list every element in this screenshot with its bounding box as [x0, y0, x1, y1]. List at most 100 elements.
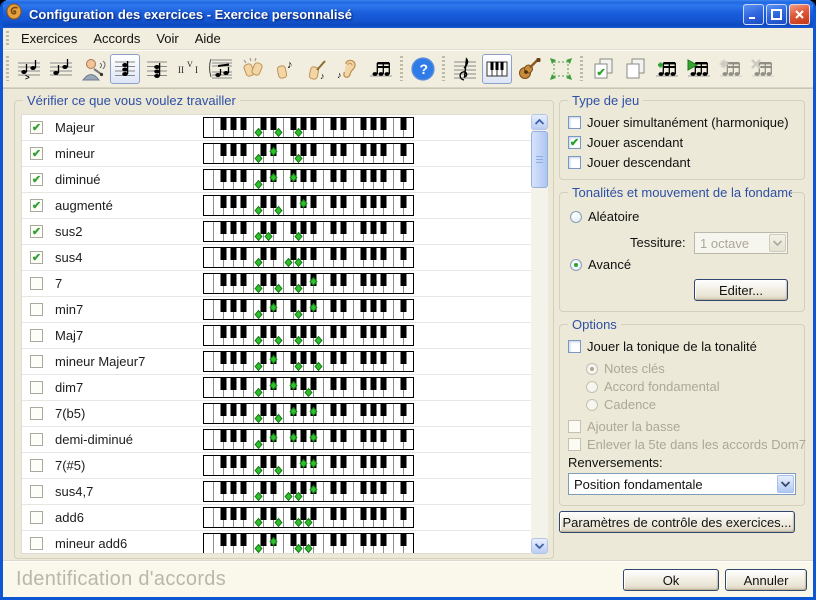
- editer-button[interactable]: Editer...: [694, 279, 788, 301]
- checkbox-jouer-ascendant[interactable]: ✔Jouer ascendant: [568, 135, 683, 150]
- checkbox-jouer-simultan-ment-harmonique-[interactable]: Jouer simultanément (harmonique): [568, 115, 789, 130]
- radio-aleatoire-circle[interactable]: [570, 211, 582, 223]
- group-options-title: Options: [568, 317, 621, 332]
- rhythm-dictation-icon[interactable]: [366, 54, 396, 84]
- group-type-de-jeu-title: Type de jeu: [568, 93, 643, 108]
- chord-checkbox-mineur-add6[interactable]: [30, 537, 43, 550]
- chord-checkbox-7-5-[interactable]: [30, 459, 43, 472]
- interval-identification-icon[interactable]: [46, 54, 76, 84]
- group-chord-list: Vérifier ce que vous voulez travailler ✔…: [14, 100, 554, 559]
- chord-inversions-icon[interactable]: [142, 54, 172, 84]
- tessiture-value: 1 octave: [700, 236, 749, 251]
- chord-label: add6: [55, 510, 195, 525]
- guitar-view-icon[interactable]: [514, 54, 544, 84]
- help-icon[interactable]: ?: [408, 54, 438, 84]
- chord-list-scrollbar[interactable]: [531, 114, 548, 554]
- toolbar-gripper[interactable]: [6, 56, 9, 82]
- chord-checkbox-mineur-majeur7[interactable]: [30, 355, 43, 368]
- group-tonalites-title: Tonalités et mouvement de la fondament: [568, 185, 792, 200]
- chord-checkbox-min7[interactable]: [30, 303, 43, 316]
- toolbar-gripper[interactable]: [442, 56, 445, 82]
- chord-checkbox-augment-[interactable]: ✔: [30, 199, 43, 212]
- group-chord-list-title: Vérifier ce que vous voulez travailler: [23, 93, 240, 108]
- checkbox-jouer-descendant-box[interactable]: [568, 156, 581, 169]
- chord-row: mineur Majeur7: [22, 349, 534, 375]
- chord-progressions-icon[interactable]: IIVI: [174, 54, 204, 84]
- chord-checkbox-sus4-7[interactable]: [30, 485, 43, 498]
- rhythm-error-detection-icon[interactable]: ♪: [334, 54, 364, 84]
- radio-avance-circle[interactable]: [570, 259, 582, 271]
- close-button[interactable]: [789, 4, 810, 25]
- svg-text:>: >: [25, 73, 30, 82]
- exercise-status-text: Identification d'accords: [16, 568, 226, 591]
- staff-view-icon[interactable]: [450, 54, 480, 84]
- chord-keyboard: [203, 481, 414, 502]
- chord-checkbox-7-b5-[interactable]: [30, 407, 43, 420]
- chord-label: mineur add6: [55, 536, 195, 551]
- menu-voir[interactable]: Voir: [148, 29, 186, 48]
- chord-keyboard: [203, 117, 414, 138]
- scroll-down-button[interactable]: [531, 538, 548, 554]
- renversements-value: Position fondamentale: [574, 477, 703, 492]
- rhythm-sightreading-icon[interactable]: ♪: [270, 54, 300, 84]
- harmony-staff-icon[interactable]: [206, 54, 236, 84]
- chord-keyboard: [203, 299, 414, 320]
- checkbox-jouer-descendant[interactable]: Jouer descendant: [568, 155, 690, 170]
- minimize-button[interactable]: [743, 4, 764, 25]
- menu-accords[interactable]: Accords: [85, 29, 148, 48]
- renversements-combo-arrow chevron-down-icon[interactable]: [777, 475, 794, 493]
- interval-comparison-icon[interactable]: >: [14, 54, 44, 84]
- svg-text:♪: ♪: [287, 59, 293, 71]
- checkbox-jouer-ascendant-box[interactable]: ✔: [568, 136, 581, 149]
- toolbar-gripper[interactable]: [580, 56, 583, 82]
- group-options: Options Jouer la tonique de la tonalité …: [559, 324, 805, 506]
- scrollbar-thumb[interactable]: [531, 131, 548, 188]
- chord-checkbox-sus4[interactable]: ✔: [30, 251, 43, 264]
- interval-singing-icon[interactable]: [78, 54, 108, 84]
- parametres-controle-button[interactable]: Paramètres de contrôle des exercices...: [559, 511, 795, 533]
- chord-identification-icon[interactable]: [110, 54, 140, 84]
- cancel-button[interactable]: Annuler: [725, 569, 807, 591]
- chord-checkbox-diminu-[interactable]: ✔: [30, 173, 43, 186]
- chord-label: Maj7: [55, 328, 195, 343]
- ok-button[interactable]: Ok: [623, 569, 719, 591]
- play-exercise-icon[interactable]: [684, 54, 714, 84]
- chord-keyboard: [203, 429, 414, 450]
- menu-aide[interactable]: Aide: [187, 29, 229, 48]
- piano-view-icon[interactable]: [482, 54, 512, 84]
- copy-checked-icon[interactable]: ✔: [588, 54, 618, 84]
- checkbox-jouer-tonique[interactable]: Jouer la tonique de la tonalité: [568, 339, 757, 354]
- chord-row: ✔Majeur: [22, 115, 534, 141]
- menu-exercices[interactable]: Exercices: [13, 29, 85, 48]
- maximize-button[interactable]: [766, 4, 787, 25]
- chord-row: sus4,7: [22, 479, 534, 505]
- radio-aleatoire[interactable]: Aléatoire: [570, 209, 639, 224]
- checkbox-jouer-tonique-box[interactable]: [568, 340, 581, 353]
- chord-checkbox-dim7[interactable]: [30, 381, 43, 394]
- radio-avance[interactable]: Avancé: [570, 257, 631, 272]
- chord-checkbox-majeur[interactable]: ✔: [30, 121, 43, 134]
- renversements-combobox[interactable]: Position fondamentale: [568, 473, 796, 495]
- menubar-gripper[interactable]: [6, 31, 9, 46]
- scroll-up-button[interactable]: [531, 114, 548, 130]
- group-type-de-jeu: Type de jeu Jouer simultanément (harmoni…: [559, 100, 805, 180]
- add-exercise-icon[interactable]: [652, 54, 682, 84]
- checkbox-jouer-simultan-ment-harmonique--box[interactable]: [568, 116, 581, 129]
- chord-checkbox-7[interactable]: [30, 277, 43, 290]
- chord-checkbox-sus2[interactable]: ✔: [30, 225, 43, 238]
- chord-checkbox-mineur[interactable]: ✔: [30, 147, 43, 160]
- chord-checkbox-maj7[interactable]: [30, 329, 43, 342]
- rhythm-imitation-icon[interactable]: ♪: [302, 54, 332, 84]
- chord-checkbox-add6[interactable]: [30, 511, 43, 524]
- configure-exercise-icon: [716, 54, 746, 84]
- fit-window-icon[interactable]: [546, 54, 576, 84]
- radio-avance-label: Avancé: [588, 257, 631, 272]
- svg-text:?: ?: [420, 61, 429, 77]
- chord-checkbox-demi-diminu-[interactable]: [30, 433, 43, 446]
- checkbox-enlever-la-5te-dans-les-accords-dom7-box: [568, 438, 581, 451]
- radio-accord-fondamental: Accord fondamental: [586, 379, 720, 394]
- chord-row: 7(b5): [22, 401, 534, 427]
- toolbar-gripper[interactable]: [400, 56, 403, 82]
- rhythm-clapping-icon[interactable]: [238, 54, 268, 84]
- copy-icon[interactable]: [620, 54, 650, 84]
